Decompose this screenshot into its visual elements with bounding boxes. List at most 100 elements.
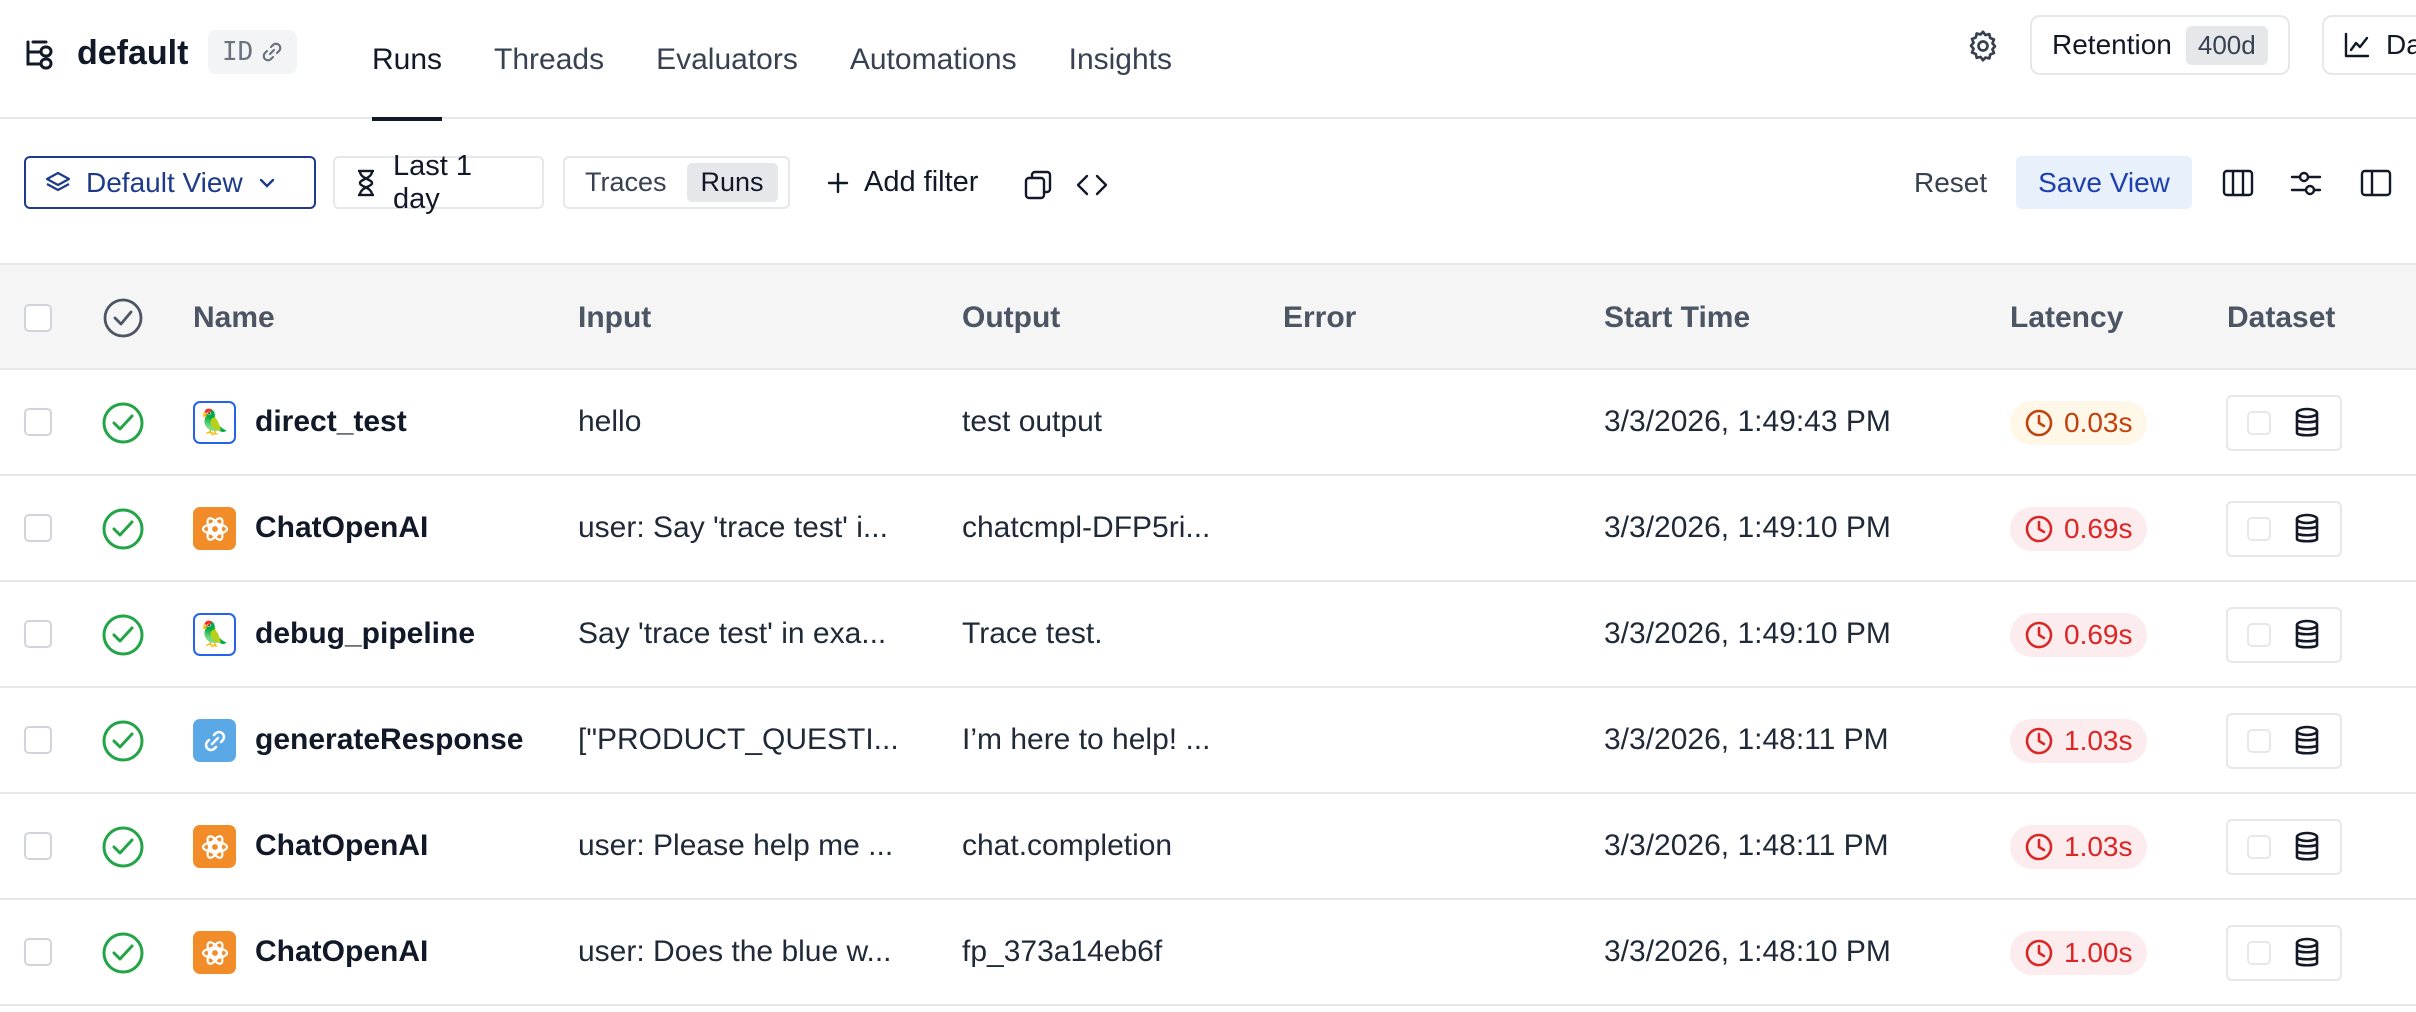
hourglass-icon: [353, 168, 379, 198]
chain-link-icon: [193, 719, 236, 762]
dataset-checkbox[interactable]: [2247, 941, 2271, 965]
latency-value: 0.69s: [2064, 619, 2133, 650]
run-start-time: 3/3/2026, 1:48:11 PM: [1604, 829, 1889, 862]
toggle-traces[interactable]: Traces: [571, 163, 681, 202]
add-to-dataset-control[interactable]: [2226, 395, 2342, 451]
latency-badge: 0.69s: [2010, 613, 2147, 657]
id-label: ID: [222, 37, 254, 67]
run-name[interactable]: generateResponse: [255, 688, 523, 792]
parrot-icon: 🦜: [193, 401, 236, 444]
table-row[interactable]: 🦜 debug_pipeline Say 'trace test' in exa…: [0, 582, 2416, 688]
status-check-icon[interactable]: [102, 297, 144, 339]
code-icon[interactable]: [1074, 167, 1110, 203]
sliders-icon[interactable]: [2288, 165, 2324, 201]
column-header-input[interactable]: Input: [578, 265, 651, 370]
layers-icon: [44, 169, 72, 197]
run-name[interactable]: ChatOpenAI: [255, 476, 428, 580]
run-name[interactable]: ChatOpenAI: [255, 794, 428, 898]
run-start-time: 3/3/2026, 1:48:11 PM: [1604, 723, 1889, 756]
column-header-output[interactable]: Output: [962, 265, 1060, 370]
dataset-checkbox[interactable]: [2247, 835, 2271, 859]
column-header-error[interactable]: Error: [1283, 265, 1356, 370]
retention-badge: 400d: [2185, 25, 2268, 65]
run-start-time: 3/3/2026, 1:48:10 PM: [1604, 935, 1891, 968]
copy-icon[interactable]: [1022, 169, 1054, 201]
main-tabs: Runs Threads Evaluators Automations Insi…: [372, 0, 1198, 121]
column-header-dataset[interactable]: Dataset: [2227, 265, 2335, 370]
column-header-latency[interactable]: Latency: [2010, 265, 2123, 370]
save-view-button[interactable]: Save View: [2016, 156, 2192, 209]
table-row[interactable]: 🦜 direct_test hello test output 3/3/2026…: [0, 370, 2416, 476]
table-row[interactable]: ChatOpenAI user: Say 'trace test' i... c…: [0, 476, 2416, 582]
row-checkbox[interactable]: [24, 938, 52, 966]
clock-icon: [2024, 620, 2054, 650]
latency-badge: 1.00s: [2010, 931, 2147, 975]
success-check-icon: [101, 507, 145, 551]
run-output: test output: [962, 405, 1103, 438]
add-to-dataset-control[interactable]: [2226, 925, 2342, 981]
columns-icon[interactable]: [2220, 165, 2256, 201]
row-checkbox[interactable]: [24, 620, 52, 648]
add-filter-button[interactable]: Add filter: [826, 156, 978, 209]
latency-badge: 1.03s: [2010, 825, 2147, 869]
line-chart-icon: [2342, 30, 2372, 60]
gear-icon[interactable]: [1965, 28, 2001, 64]
latency-value: 1.03s: [2064, 831, 2133, 862]
side-panel-icon[interactable]: [2358, 165, 2394, 201]
latency-badge: 1.03s: [2010, 719, 2147, 763]
latency-value: 0.03s: [2064, 407, 2133, 438]
run-name[interactable]: ChatOpenAI: [255, 900, 428, 1004]
add-to-dataset-control[interactable]: [2226, 819, 2342, 875]
run-input: ["PRODUCT_QUESTI...: [578, 723, 899, 756]
column-header-start-time[interactable]: Start Time: [1604, 265, 1750, 370]
add-to-dataset-control[interactable]: [2226, 607, 2342, 663]
view-selector[interactable]: Default View: [24, 156, 316, 209]
time-range-selector[interactable]: Last 1 day: [333, 150, 544, 215]
plus-icon: [826, 171, 850, 195]
traces-runs-toggle: Traces Runs: [563, 156, 790, 209]
run-input: user: Please help me ...: [578, 829, 894, 862]
project-id-chip[interactable]: ID: [208, 30, 298, 74]
run-name[interactable]: debug_pipeline: [255, 582, 475, 686]
select-all-checkbox[interactable]: [24, 304, 52, 332]
table-row[interactable]: ChatOpenAI user: Does the blue w... fp_3…: [0, 900, 2416, 1006]
top-bar: default ID Runs Threads Evaluators Autom…: [0, 0, 2416, 121]
row-checkbox[interactable]: [24, 514, 52, 542]
row-checkbox[interactable]: [24, 832, 52, 860]
tab-evaluators[interactable]: Evaluators: [630, 0, 824, 119]
add-to-dataset-control[interactable]: [2226, 713, 2342, 769]
toggle-runs[interactable]: Runs: [686, 163, 778, 202]
dataset-checkbox[interactable]: [2247, 411, 2271, 435]
reset-button[interactable]: Reset: [1914, 156, 1987, 209]
database-icon: [2293, 619, 2321, 651]
tab-threads[interactable]: Threads: [468, 0, 630, 119]
run-output: chatcmpl-DFP5ri...: [962, 511, 1211, 544]
retention-button[interactable]: Retention 400d: [2030, 15, 2290, 75]
run-input: hello: [578, 405, 642, 438]
table-row[interactable]: ChatOpenAI user: Please help me ... chat…: [0, 794, 2416, 900]
view-label: Default View: [86, 166, 243, 198]
run-start-time: 3/3/2026, 1:49:10 PM: [1604, 617, 1891, 650]
tab-insights[interactable]: Insights: [1043, 0, 1198, 119]
row-checkbox[interactable]: [24, 726, 52, 754]
run-output: chat.completion: [962, 829, 1173, 862]
openai-icon: [193, 825, 236, 868]
dataset-checkbox[interactable]: [2247, 729, 2271, 753]
database-icon: [2293, 937, 2321, 969]
tab-automations[interactable]: Automations: [824, 0, 1043, 119]
run-start-time: 3/3/2026, 1:49:10 PM: [1604, 511, 1891, 544]
row-checkbox[interactable]: [24, 408, 52, 436]
tab-runs[interactable]: Runs: [372, 0, 468, 121]
column-header-name[interactable]: Name: [193, 265, 275, 370]
clock-icon: [2024, 408, 2054, 438]
run-input: Say 'trace test' in exa...: [578, 617, 887, 650]
dashboard-button[interactable]: Da: [2322, 15, 2416, 75]
latency-value: 1.00s: [2064, 937, 2133, 968]
project-name: default: [77, 34, 189, 72]
run-name[interactable]: direct_test: [255, 370, 407, 474]
add-to-dataset-control[interactable]: [2226, 501, 2342, 557]
clock-icon: [2024, 726, 2054, 756]
dataset-checkbox[interactable]: [2247, 623, 2271, 647]
dataset-checkbox[interactable]: [2247, 517, 2271, 541]
table-row[interactable]: generateResponse ["PRODUCT_QUESTI... I’m…: [0, 688, 2416, 794]
